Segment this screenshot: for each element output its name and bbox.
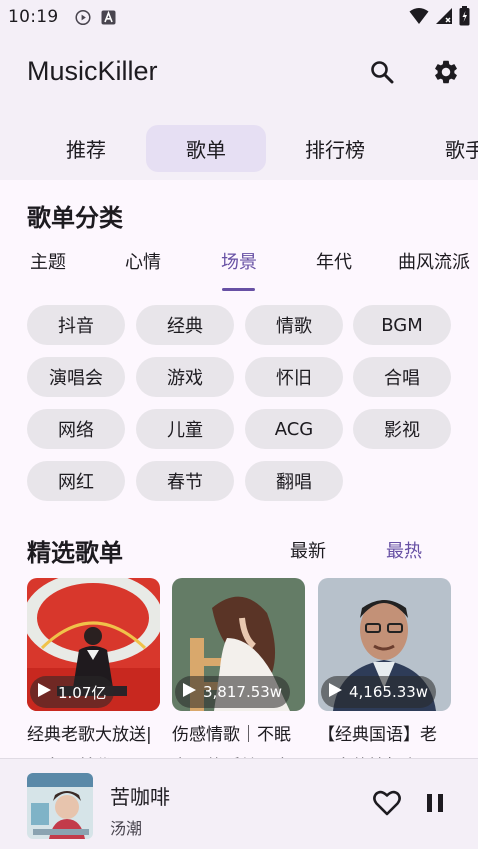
category-tab-era[interactable]: 年代 xyxy=(316,248,352,274)
chip-douyin[interactable]: 抖音 xyxy=(27,305,125,345)
playlist-title: 【经典国语】老男人的情怀有思 xyxy=(318,725,437,758)
notification-a-icon xyxy=(101,9,117,25)
play-count-badge: 4,165.33w xyxy=(321,676,437,708)
sort-hottest[interactable]: 最热 xyxy=(386,537,422,563)
heart-outline-icon xyxy=(373,790,401,820)
settings-button[interactable] xyxy=(426,54,466,94)
chip-cover[interactable]: 翻唱 xyxy=(245,461,343,501)
playlist-title: 伤感情歌｜不眠夜里的孤单心事 xyxy=(172,725,291,758)
category-tab-scene[interactable]: 场景 xyxy=(221,248,257,274)
tab-recommend[interactable]: 推荐 xyxy=(26,125,146,172)
category-tab-mood[interactable]: 心情 xyxy=(125,248,161,274)
play-icon xyxy=(327,682,343,702)
status-indicators xyxy=(409,6,470,31)
playlist-card[interactable]: 1.07亿 经典老歌大放送| 一人一首代 xyxy=(27,578,160,758)
playlist-cover: 1.07亿 xyxy=(27,578,160,711)
playlist-card[interactable]: 3,817.53w 伤感情歌｜不眠夜里的孤单心事 xyxy=(172,578,305,758)
chip-chorus[interactable]: 合唱 xyxy=(353,357,451,397)
chip-classic[interactable]: 经典 xyxy=(136,305,234,345)
status-time: 10:19 xyxy=(8,7,59,27)
chip-internet[interactable]: 网络 xyxy=(27,409,125,449)
tab-artists[interactable]: 歌手 xyxy=(405,125,478,172)
chip-concert[interactable]: 演唱会 xyxy=(27,357,125,397)
category-tab-genre[interactable]: 曲风流派 xyxy=(398,248,470,274)
pause-button[interactable] xyxy=(415,785,455,825)
app-title: MusicKiller xyxy=(27,56,158,86)
playlist-page: 歌单分类 主题 心情 场景 年代 曲风流派 抖音 经典 情歌 BGM 演唱会 游… xyxy=(0,180,478,758)
pause-icon xyxy=(426,793,444,817)
playlist-card[interactable]: 4,165.33w 【经典国语】老男人的情怀有思 xyxy=(318,578,451,758)
play-icon xyxy=(36,682,52,702)
mini-player[interactable]: 苦咖啡 汤潮 xyxy=(0,758,478,849)
play-count-badge: 1.07亿 xyxy=(30,676,115,708)
chip-spring-festival[interactable]: 春节 xyxy=(136,461,234,501)
featured-section-title: 精选歌单 xyxy=(27,539,123,567)
tab-charts[interactable]: 排行榜 xyxy=(275,125,395,172)
play-count-badge: 3,817.53w xyxy=(175,676,291,708)
tab-playlists[interactable]: 歌单 xyxy=(146,125,266,172)
now-playing-title: 苦咖啡 xyxy=(110,785,170,809)
media-play-status-icon xyxy=(74,9,91,25)
playlist-cover: 4,165.33w xyxy=(318,578,451,711)
category-section-title: 歌单分类 xyxy=(27,204,123,232)
chip-bgm[interactable]: BGM xyxy=(353,305,451,345)
play-icon xyxy=(181,682,197,702)
sort-newest[interactable]: 最新 xyxy=(290,537,326,563)
chip-love-songs[interactable]: 情歌 xyxy=(245,305,343,345)
play-count: 3,817.53w xyxy=(203,683,283,701)
main-tabs: 推荐 歌单 排行榜 歌手 xyxy=(0,120,478,176)
gear-icon xyxy=(432,58,460,90)
search-icon xyxy=(370,60,394,88)
battery-icon xyxy=(459,6,470,31)
playlist-title: 经典老歌大放送| 一人一首代 xyxy=(27,725,152,758)
status-bar: 10:19 xyxy=(0,0,478,34)
play-count: 1.07亿 xyxy=(58,683,107,702)
chip-acg[interactable]: ACG xyxy=(245,409,343,449)
favorite-button[interactable] xyxy=(367,785,407,825)
search-button[interactable] xyxy=(362,54,402,94)
category-tab-indicator xyxy=(222,288,255,291)
category-tab-theme[interactable]: 主题 xyxy=(30,248,66,274)
app-bar: MusicKiller xyxy=(0,40,478,108)
album-art[interactable] xyxy=(27,773,93,839)
tab-artists-label: 歌手 xyxy=(445,138,478,162)
signal-icon xyxy=(435,7,453,30)
now-playing-artist: 汤潮 xyxy=(110,819,143,838)
chip-nostalgia[interactable]: 怀旧 xyxy=(245,357,343,397)
play-count: 4,165.33w xyxy=(349,683,429,701)
playlist-cover: 3,817.53w xyxy=(172,578,305,711)
chip-children[interactable]: 儿童 xyxy=(136,409,234,449)
wifi-icon xyxy=(409,7,429,30)
category-tabs: 主题 心情 场景 年代 曲风流派 xyxy=(0,242,478,292)
chip-influencer[interactable]: 网红 xyxy=(27,461,125,501)
chip-film-tv[interactable]: 影视 xyxy=(353,409,451,449)
chip-game[interactable]: 游戏 xyxy=(136,357,234,397)
